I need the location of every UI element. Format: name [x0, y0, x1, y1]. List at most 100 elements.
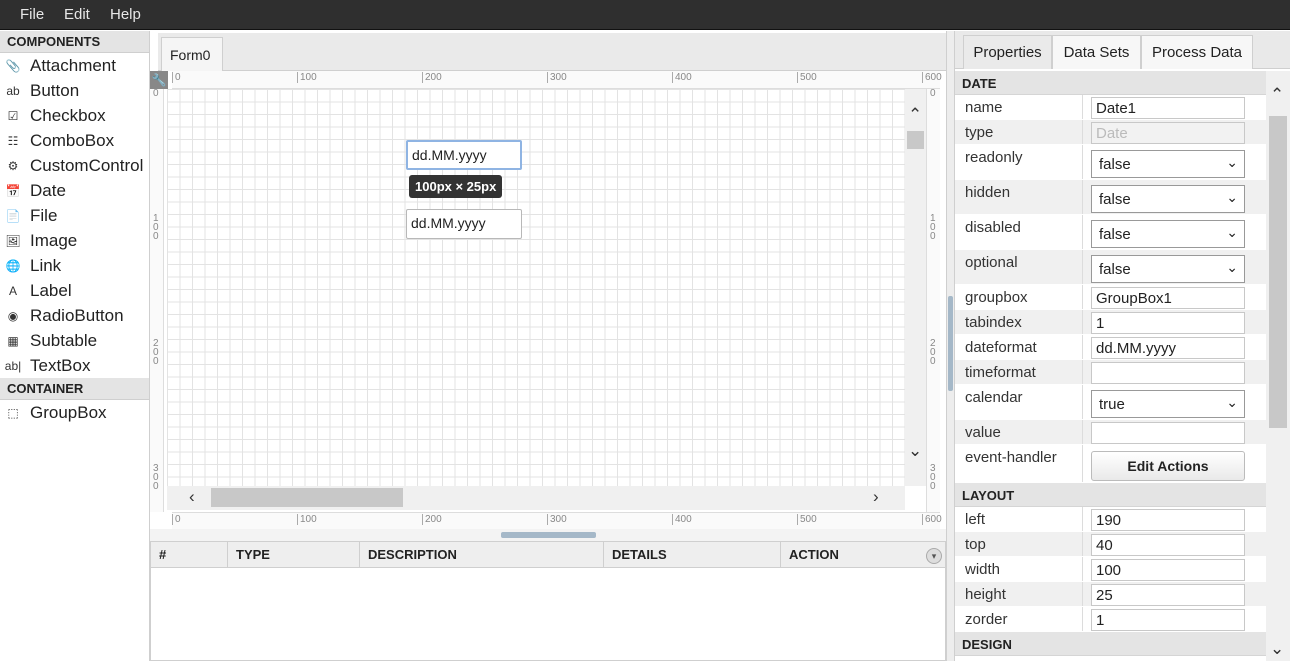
- top-field[interactable]: 40: [1091, 534, 1245, 556]
- chevron-down-icon: ⌄: [1226, 189, 1238, 205]
- props-scroll-up-icon[interactable]: ⌃: [1270, 85, 1284, 105]
- height-field[interactable]: 25: [1091, 584, 1245, 606]
- property-value-cell: false ⌄: [1083, 145, 1266, 179]
- scroll-down-icon[interactable]: ⌄: [908, 441, 922, 461]
- ruler-tick-label: 100: [930, 213, 936, 242]
- ruler-tick-label: 400: [672, 514, 692, 525]
- component-textbox[interactable]: ab| TextBox: [0, 353, 149, 378]
- readonly-select[interactable]: false ⌄: [1091, 150, 1245, 178]
- timeformat-field[interactable]: [1091, 362, 1245, 384]
- tab-form0[interactable]: Form0: [161, 37, 223, 71]
- col-type[interactable]: TYPE: [228, 542, 360, 568]
- chevron-down-icon: ⌄: [1226, 259, 1238, 275]
- date-field-selected[interactable]: dd.MM.yyyy: [406, 140, 522, 170]
- component-combobox[interactable]: ☷ ComboBox: [0, 128, 149, 153]
- props-scroll-down-icon[interactable]: ⌄: [1270, 639, 1284, 659]
- combobox-icon: ☷: [7, 133, 19, 148]
- hidden-select[interactable]: false ⌄: [1091, 185, 1245, 213]
- property-row-hidden: hidden false ⌄: [955, 180, 1266, 215]
- name-field[interactable]: Date1: [1091, 97, 1245, 119]
- splitter-grip[interactable]: [501, 532, 596, 538]
- label-icon: A: [8, 283, 17, 298]
- component-checkbox[interactable]: ☑ Checkbox: [0, 103, 149, 128]
- edit-actions-button[interactable]: Edit Actions: [1091, 451, 1245, 481]
- col-details[interactable]: DETAILS: [604, 542, 781, 568]
- component-label[interactable]: A Label: [0, 278, 149, 303]
- col-number[interactable]: #: [151, 542, 228, 568]
- property-value-cell: 40: [1083, 532, 1266, 556]
- chevron-down-icon: ⌄: [1226, 224, 1238, 240]
- tab-properties[interactable]: Properties: [963, 35, 1052, 69]
- component-subtable[interactable]: ▦ Subtable: [0, 328, 149, 353]
- menu-file[interactable]: File: [20, 6, 44, 23]
- property-value-cell: [1083, 360, 1266, 384]
- horizontal-scroll-thumb[interactable]: [211, 488, 403, 507]
- component-date[interactable]: 📅 Date: [0, 178, 149, 203]
- properties-scroll-thumb[interactable]: [1269, 116, 1287, 428]
- horizontal-splitter[interactable]: [150, 529, 946, 541]
- component-radiobutton[interactable]: ◉ RadioButton: [0, 303, 149, 328]
- ruler-tick-label: 300: [153, 463, 159, 492]
- property-row-name: name Date1: [955, 95, 1266, 120]
- width-field[interactable]: 100: [1091, 559, 1245, 581]
- property-row-type: type Date: [955, 120, 1266, 145]
- property-value-cell: 190: [1083, 507, 1266, 531]
- design-canvas[interactable]: dd.MM.yyyy 100px × 25px dd.MM.yyyy: [167, 89, 905, 486]
- component-label: GroupBox: [30, 402, 107, 422]
- left-field[interactable]: 190: [1091, 509, 1245, 531]
- col-action[interactable]: ACTION: [781, 542, 945, 568]
- property-label: optional: [955, 250, 1083, 284]
- wrench-icon[interactable]: 🔧: [150, 71, 168, 89]
- component-link[interactable]: 🌐 Link: [0, 253, 149, 278]
- component-file[interactable]: 📄 File: [0, 203, 149, 228]
- component-label: Attachment: [30, 55, 116, 75]
- zorder-field[interactable]: 1: [1091, 609, 1245, 631]
- component-image[interactable]: 🖼 Image: [0, 228, 149, 253]
- calendar-select[interactable]: true ⌄: [1091, 390, 1245, 418]
- property-value-cell: Date1: [1083, 95, 1266, 119]
- dateformat-field[interactable]: dd.MM.yyyy: [1091, 337, 1245, 359]
- tabindex-field[interactable]: 1: [1091, 312, 1245, 334]
- value-field[interactable]: [1091, 422, 1245, 444]
- component-label: TextBox: [30, 355, 91, 375]
- scroll-left-icon[interactable]: ‹: [189, 487, 195, 507]
- property-label: width: [955, 557, 1083, 581]
- property-value-cell: false ⌄: [1083, 215, 1266, 249]
- tab-process-data[interactable]: Process Data: [1141, 35, 1253, 69]
- date-field[interactable]: dd.MM.yyyy: [406, 209, 522, 239]
- ruler-tick-label: 0: [930, 88, 936, 99]
- groupbox-icon: ⬚: [7, 405, 19, 420]
- col-description[interactable]: DESCRIPTION: [360, 542, 604, 568]
- column-menu-icon[interactable]: ▾: [926, 548, 942, 564]
- ruler-tick-label: 100: [297, 72, 317, 83]
- vertical-splitter-grip[interactable]: [948, 296, 953, 391]
- menu-edit[interactable]: Edit: [64, 6, 90, 23]
- component-customcontrol[interactable]: ⚙ CustomControl: [0, 153, 149, 178]
- select-value: false: [1099, 191, 1131, 208]
- tab-data-sets[interactable]: Data Sets: [1052, 35, 1141, 69]
- disabled-select[interactable]: false ⌄: [1091, 220, 1245, 248]
- vertical-splitter[interactable]: [946, 31, 955, 661]
- checkbox-icon: ☑: [7, 108, 19, 123]
- ruler-tick-label: 300: [547, 514, 567, 525]
- canvas-vertical-scrollbar[interactable]: ⌃ ⌄: [905, 89, 926, 486]
- ruler-tick-label: 0: [153, 88, 159, 99]
- component-button[interactable]: ab Button: [0, 78, 149, 103]
- scroll-up-icon[interactable]: ⌃: [908, 105, 922, 125]
- component-groupbox[interactable]: ⬚ GroupBox: [0, 400, 149, 425]
- property-label: tabindex: [955, 310, 1083, 334]
- select-value: true: [1099, 396, 1125, 413]
- vertical-scroll-thumb[interactable]: [907, 131, 924, 149]
- property-value-cell: 100: [1083, 557, 1266, 581]
- property-label: event-handler: [955, 445, 1083, 482]
- component-attachment[interactable]: 📎 Attachment: [0, 53, 149, 78]
- groupbox-field[interactable]: GroupBox1: [1091, 287, 1245, 309]
- property-label: zorder: [955, 607, 1083, 631]
- textbox-icon: ab|: [4, 358, 22, 373]
- scroll-right-icon[interactable]: ›: [873, 487, 879, 507]
- properties-scrollbar[interactable]: ⌃ ⌄: [1266, 71, 1290, 661]
- menu-help[interactable]: Help: [110, 6, 141, 23]
- canvas-horizontal-scrollbar[interactable]: ‹ ›: [167, 486, 905, 510]
- property-row-tabindex: tabindex 1: [955, 310, 1266, 335]
- optional-select[interactable]: false ⌄: [1091, 255, 1245, 283]
